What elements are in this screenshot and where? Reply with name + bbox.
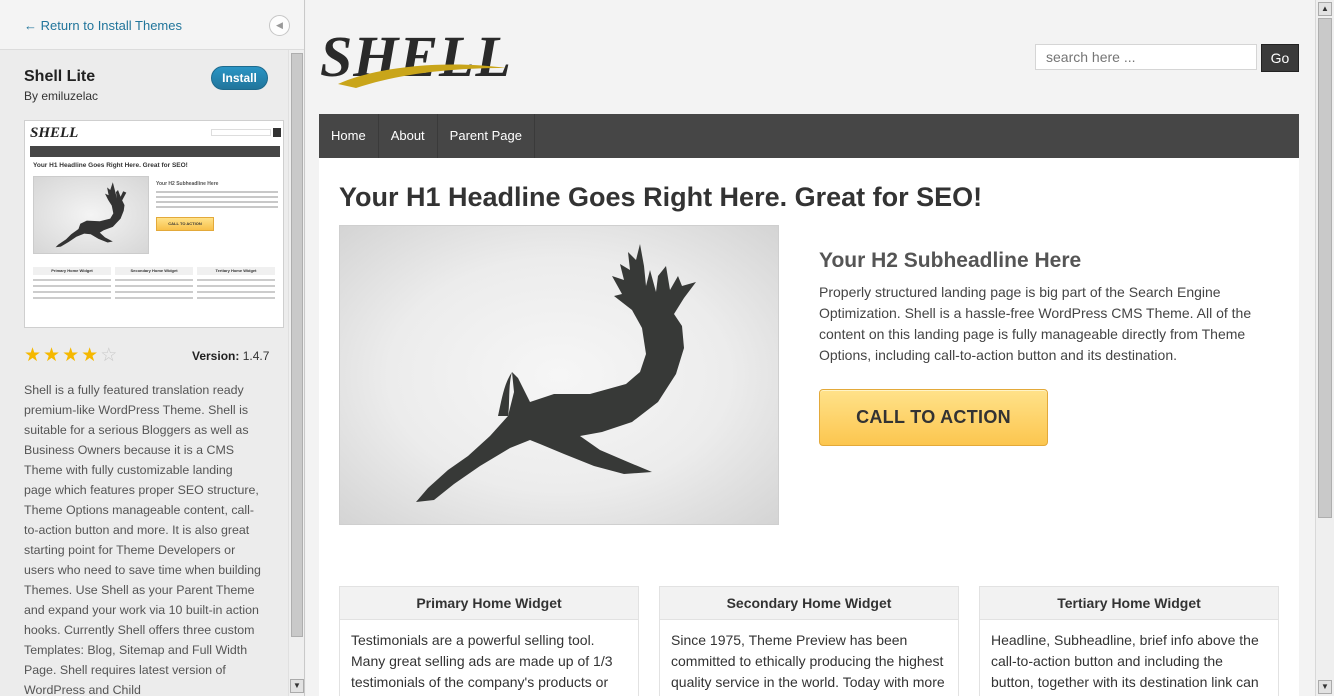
widget-title: Tertiary Home Widget bbox=[980, 587, 1278, 620]
theme-name: Shell Lite bbox=[24, 68, 96, 85]
thumbnail-search bbox=[211, 129, 271, 136]
widget-primary: Primary Home Widget Testimonials are a p… bbox=[339, 586, 639, 696]
star-rating: ★ ★ ★ ★ ☆ bbox=[24, 346, 119, 366]
sidebar-scrollbar-thumb[interactable] bbox=[291, 53, 303, 637]
theme-screenshot-thumbnail: SHELL Your H1 Headline Goes Right Here. … bbox=[24, 120, 284, 328]
thumbnail-widget-title: Tertiary Home Widget bbox=[197, 267, 275, 275]
widget-title: Secondary Home Widget bbox=[660, 587, 958, 620]
preview-scrollbar-thumb[interactable] bbox=[1318, 18, 1332, 518]
thumbnail-go bbox=[273, 128, 281, 137]
hero-image bbox=[339, 225, 779, 525]
widget-title: Primary Home Widget bbox=[340, 587, 638, 620]
install-button[interactable]: Install bbox=[211, 66, 268, 90]
widget-secondary: Secondary Home Widget Since 1975, Theme … bbox=[659, 586, 959, 696]
main-navigation: Home About Parent Page bbox=[319, 114, 1299, 158]
page-subheadline: Your H2 Subheadline Here bbox=[819, 249, 1082, 272]
preview-scrollbar[interactable]: ▲ ▼ bbox=[1315, 0, 1334, 696]
star-filled-icon: ★ bbox=[24, 345, 42, 366]
return-to-install-themes-link[interactable]: ← Return to Install Themes bbox=[24, 18, 182, 33]
page-headline: Your H1 Headline Goes Right Here. Great … bbox=[339, 182, 983, 212]
star-filled-icon: ★ bbox=[43, 345, 61, 366]
version-label: Version: bbox=[192, 349, 240, 363]
version-value: 1.4.7 bbox=[242, 349, 270, 363]
theme-preview-frame: SHELL Go Home About Parent Page Your H1 … bbox=[306, 0, 1334, 696]
sidebar-header: ← Return to Install Themes ◀ bbox=[0, 0, 304, 50]
site-logo[interactable]: SHELL bbox=[320, 22, 525, 92]
thumbnail-widget-primary: Primary Home Widget bbox=[33, 267, 111, 299]
scroll-down-arrow-icon[interactable]: ▼ bbox=[290, 679, 304, 693]
widget-tertiary: Tertiary Home Widget Headline, Subheadli… bbox=[979, 586, 1279, 696]
thumbnail-nav bbox=[30, 146, 280, 157]
star-empty-icon: ☆ bbox=[100, 345, 118, 366]
nav-item-home[interactable]: Home bbox=[319, 114, 379, 158]
theme-author: By emiluzelac bbox=[24, 89, 99, 103]
theme-description: Shell is a fully featured translation re… bbox=[24, 383, 261, 696]
nav-item-parent-page[interactable]: Parent Page bbox=[438, 114, 535, 158]
widget-text: Testimonials are a powerful selling tool… bbox=[351, 632, 613, 690]
widget-text: Since 1975, Theme Preview has been commi… bbox=[671, 632, 945, 690]
sidebar-scrollbar[interactable]: ▼ bbox=[288, 50, 304, 696]
thumbnail-logo: SHELL bbox=[30, 125, 79, 141]
thumbnail-h2: Your H2 Subheadline Here bbox=[156, 181, 219, 187]
star-filled-icon: ★ bbox=[81, 345, 99, 366]
scroll-down-arrow-icon[interactable]: ▼ bbox=[1318, 680, 1332, 694]
thumbnail-widget-secondary: Secondary Home Widget bbox=[115, 267, 193, 299]
intro-paragraph: Properly structured landing page is big … bbox=[819, 284, 1252, 363]
thumbnail-widget-title: Primary Home Widget bbox=[33, 267, 111, 275]
scroll-up-arrow-icon[interactable]: ▲ bbox=[1318, 2, 1332, 16]
theme-version: Version: 1.4.7 bbox=[192, 349, 269, 363]
call-to-action-button[interactable]: CALL TO ACTION bbox=[819, 389, 1048, 446]
star-filled-icon: ★ bbox=[62, 345, 80, 366]
thumbnail-deer-icon bbox=[55, 182, 127, 248]
collapse-sidebar-icon[interactable]: ◀ bbox=[269, 15, 290, 36]
search-go-button[interactable]: Go bbox=[1261, 44, 1299, 72]
widget-text: Headline, Subheadline, brief info above … bbox=[991, 632, 1259, 690]
leaping-deer-icon bbox=[416, 244, 696, 502]
thumbnail-deer-image bbox=[33, 176, 149, 254]
landing-content: Your H1 Headline Goes Right Here. Great … bbox=[319, 158, 1299, 696]
thumbnail-text-lines bbox=[156, 191, 278, 211]
thumbnail-cta: CALL TO ACTION bbox=[156, 217, 214, 231]
thumbnail-widget-tertiary: Tertiary Home Widget bbox=[197, 267, 275, 299]
theme-install-sidebar: ← Return to Install Themes ◀ Shell Lite … bbox=[0, 0, 305, 696]
search-input[interactable] bbox=[1035, 44, 1257, 70]
thumbnail-h1: Your H1 Headline Goes Right Here. Great … bbox=[33, 162, 188, 169]
nav-item-about[interactable]: About bbox=[379, 114, 438, 158]
thumbnail-widget-title: Secondary Home Widget bbox=[115, 267, 193, 275]
logo-swoosh-icon bbox=[338, 64, 506, 88]
